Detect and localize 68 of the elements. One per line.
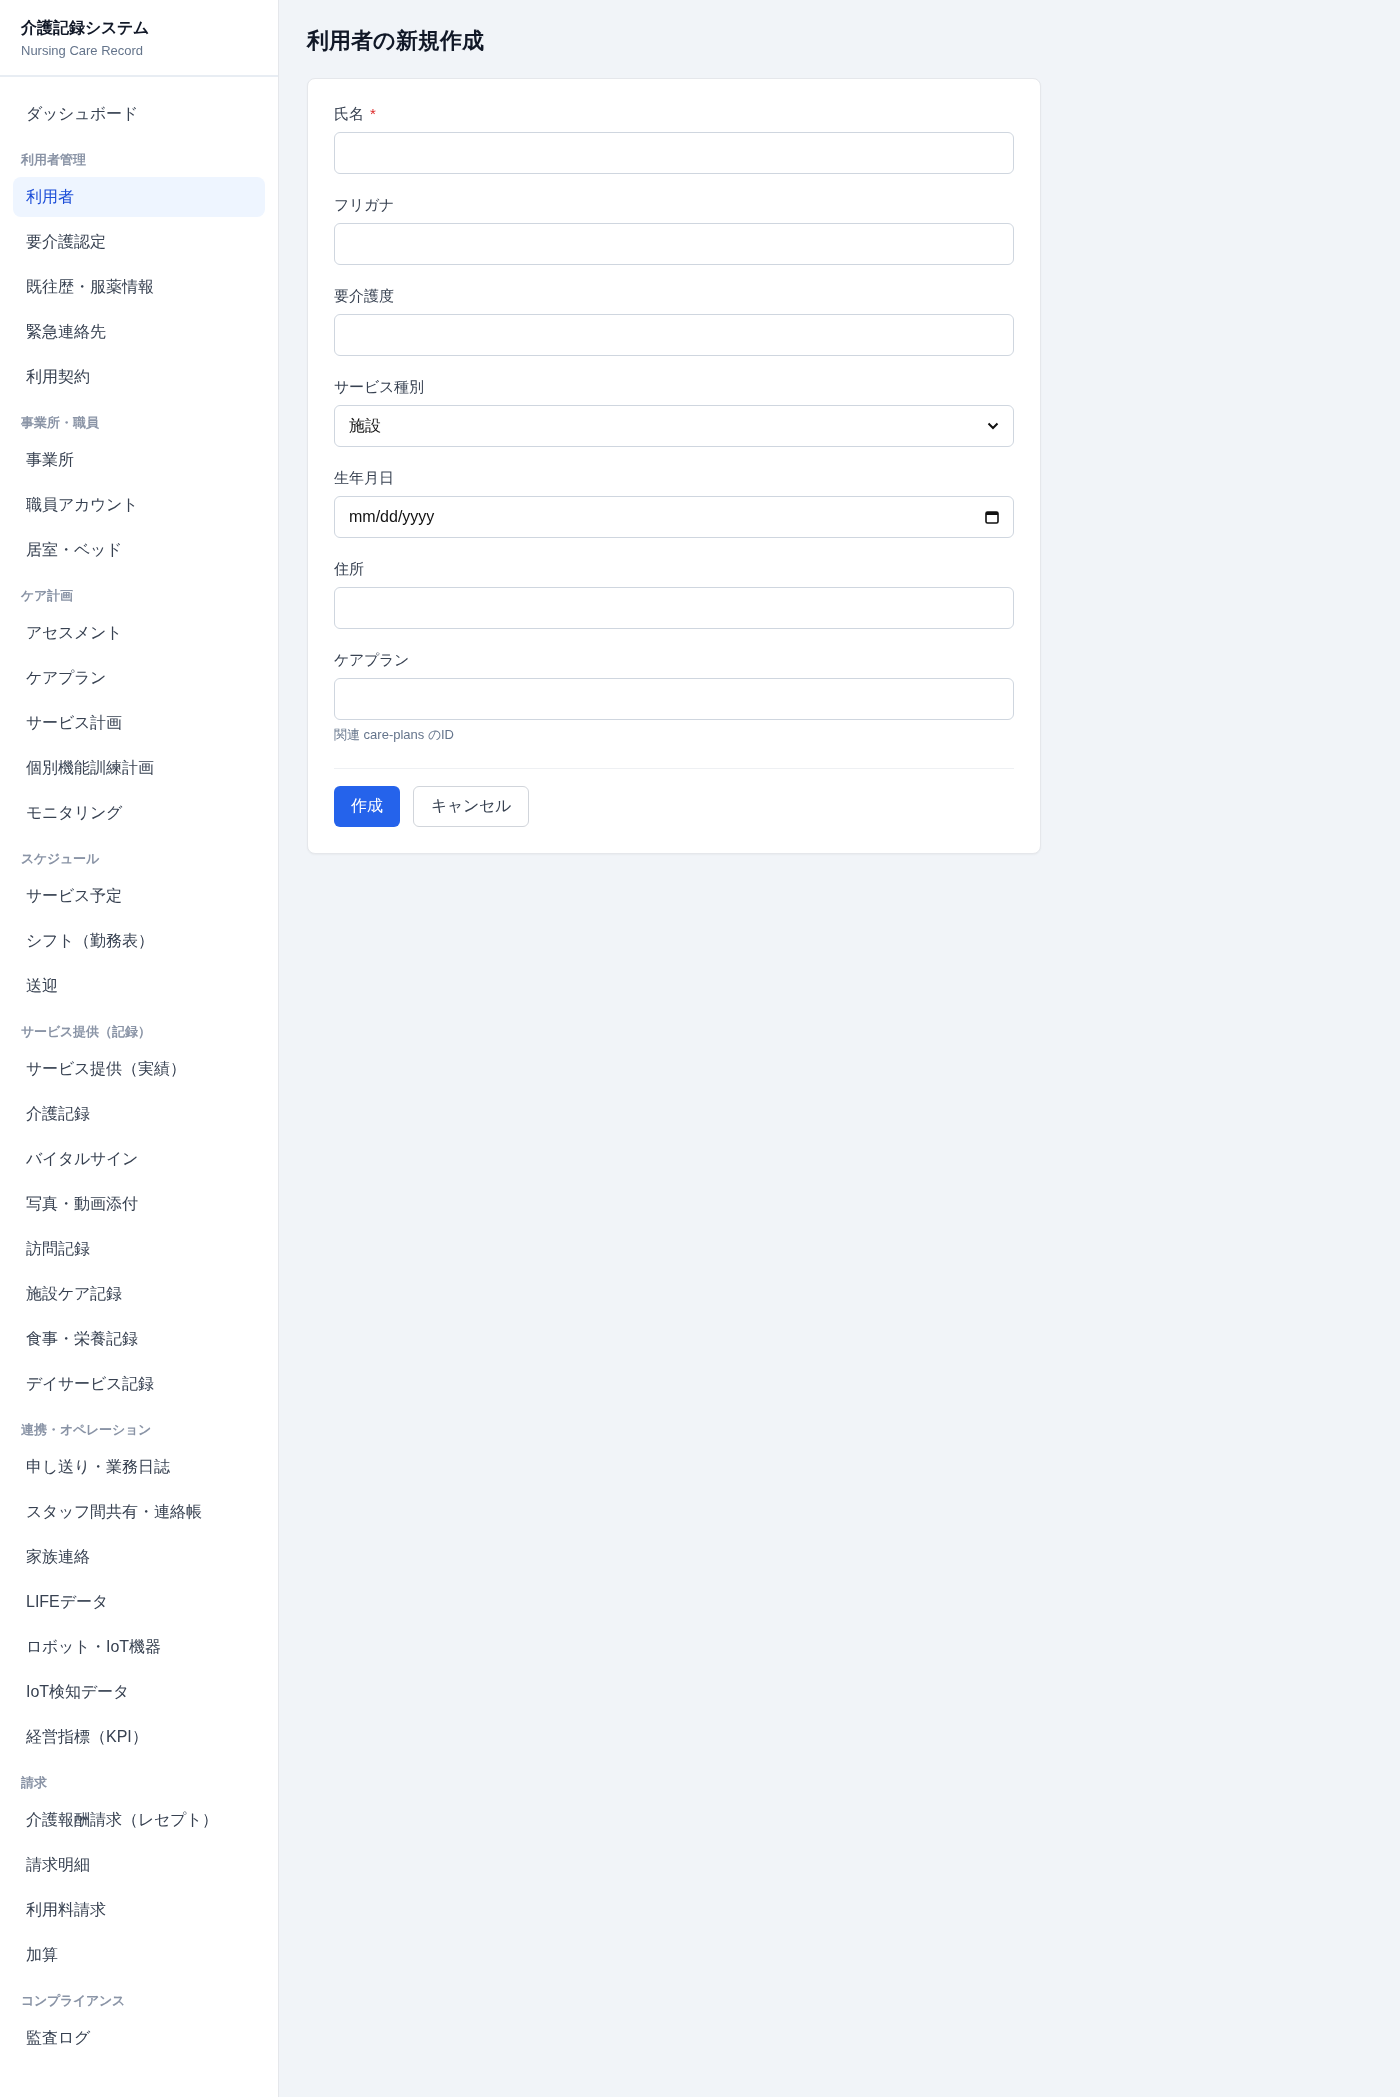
nav-item[interactable]: ダッシュボード (13, 94, 265, 134)
nav-item[interactable]: 居室・ベッド (13, 530, 265, 570)
nav-item[interactable]: 加算 (13, 1935, 265, 1975)
text-field[interactable] (334, 587, 1014, 629)
nav-item[interactable]: 食事・栄養記録 (13, 1319, 265, 1359)
field-label: フリガナ (334, 196, 394, 215)
nav-item[interactable]: 既往歴・服薬情報 (13, 267, 265, 307)
required-mark: * (370, 105, 376, 122)
help-text: 関連 care-plans のID (334, 726, 455, 744)
text-field[interactable] (334, 223, 1014, 265)
nav-item[interactable]: ロボット・IoT機器 (13, 1627, 265, 1667)
nav-item[interactable]: アセスメント (13, 613, 265, 653)
app-title: 介護記録システム (21, 18, 150, 38)
nav-section-label: コンプライアンス (20, 1992, 126, 2010)
nav-item[interactable]: サービス予定 (13, 876, 265, 916)
text-field[interactable] (334, 132, 1014, 174)
nav-item[interactable]: 訪問記録 (13, 1229, 265, 1269)
nav-item[interactable]: スタッフ間共有・連絡帳 (13, 1492, 265, 1532)
nav-item[interactable]: サービス計画 (13, 703, 265, 743)
nav-section-label: スケジュール (20, 850, 100, 868)
nav-item[interactable]: 個別機能訓練計画 (13, 748, 265, 788)
nav-item[interactable]: 家族連絡 (13, 1537, 265, 1577)
calendar-icon (985, 510, 999, 524)
chevron-down-icon (987, 422, 999, 430)
select-dropdown[interactable]: 施設 (334, 405, 1014, 447)
text-field[interactable] (334, 314, 1014, 356)
page-title: 利用者の新規作成 (307, 27, 485, 55)
nav-item[interactable]: 職員アカウント (13, 485, 265, 525)
nav-item[interactable]: 介護報酬請求（レセプト） (13, 1800, 265, 1840)
create-button[interactable]: 作成 (334, 786, 400, 827)
nav-item[interactable]: バイタルサイン (13, 1139, 265, 1179)
field-label: 氏名 (334, 105, 364, 124)
field-label: 生年月日 (334, 469, 394, 488)
nav-section-label: ケア計画 (20, 587, 74, 605)
nav-item[interactable]: 送迎 (13, 966, 265, 1006)
nav-section-label: 請求 (20, 1774, 48, 1792)
nav-item[interactable]: 申し送り・業務日誌 (13, 1447, 265, 1487)
field-label: 住所 (334, 560, 364, 579)
nav-item[interactable]: 利用契約 (13, 357, 265, 397)
nav-section-label: 連携・オペレーション (20, 1421, 152, 1439)
nav-item[interactable]: 利用者 (13, 177, 265, 217)
text-field[interactable] (334, 678, 1014, 720)
nav-item[interactable]: 要介護認定 (13, 222, 265, 262)
nav-item[interactable]: IoT検知データ (13, 1672, 265, 1712)
nav-section-label: サービス提供（記録） (20, 1023, 152, 1041)
nav-item[interactable]: モニタリング (13, 793, 265, 833)
nav-item[interactable]: 請求明細 (13, 1845, 265, 1885)
date-field[interactable]: mm/dd/yyyy (334, 496, 1014, 538)
nav-item[interactable]: 緊急連絡先 (13, 312, 265, 352)
nav-section-label: 事業所・職員 (20, 414, 100, 432)
field-label: 要介護度 (334, 287, 394, 306)
field-label: サービス種別 (334, 378, 424, 397)
cancel-button[interactable]: キャンセル (413, 786, 529, 827)
nav-item[interactable]: 経営指標（KPI） (13, 1717, 265, 1757)
nav-item[interactable]: シフト（勤務表） (13, 921, 265, 961)
nav-item[interactable]: デイサービス記録 (13, 1364, 265, 1404)
nav-item[interactable]: 監査ログ (13, 2018, 265, 2058)
nav-item[interactable]: 施設ケア記録 (13, 1274, 265, 1314)
nav-item[interactable]: 写真・動画添付 (13, 1184, 265, 1224)
field-label: ケアプラン (334, 651, 409, 670)
app-subtitle: Nursing Care Record (21, 43, 145, 58)
nav-section-label: 利用者管理 (20, 151, 87, 169)
nav-item[interactable]: 介護記録 (13, 1094, 265, 1134)
nav-item[interactable]: ケアプラン (13, 658, 265, 698)
nav-item[interactable]: 利用料請求 (13, 1890, 265, 1930)
nav-item[interactable]: LIFEデータ (13, 1582, 265, 1622)
nav-item[interactable]: サービス提供（実績） (13, 1049, 265, 1089)
nav-item[interactable]: 事業所 (13, 440, 265, 480)
